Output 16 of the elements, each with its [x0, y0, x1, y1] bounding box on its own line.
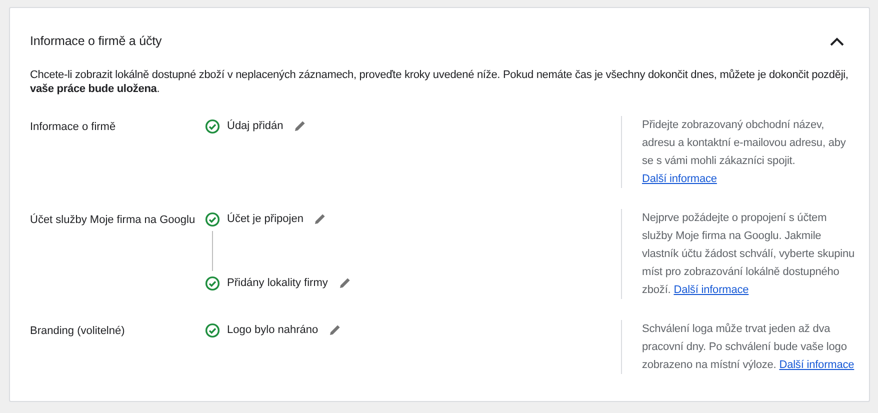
more-info-link[interactable]: Další informace [674, 284, 749, 296]
help-text: Přidejte zobrazovaný obchodní název, adresu a kontaktní e-mailovou adresu, aby se s vámi mohli zákazníci spojit. Další informace [621, 116, 859, 188]
step-status: Přidány lokality firmy [227, 277, 328, 289]
step-status: Účet je připojen [227, 213, 304, 225]
chevron-icon [830, 36, 844, 46]
intro-text: Chcete-li zobrazit lokálně dostupné zboží v neplacených záznamech, proveďte kroky uvedené níže. Pokud nemáte čas je všechny dokončit dnes, můžete je dokončit později, vaše práce bude uložena. [30, 68, 850, 96]
section-title: Informace o firmě a účty [30, 34, 162, 48]
more-info-link[interactable]: Další informace [779, 359, 854, 371]
step-status: Logo bylo nahráno [227, 324, 318, 336]
help-text: Nejprve požádejte o propojení s účtem služby Moje firma na Googlu. Jakmile vlastník účtu žádost schválí, vyberte skupinu míst pro zobrazování lokálně dostupného zboží. Další informace [621, 209, 859, 299]
row-label: Branding (volitelné) [30, 324, 126, 339]
row-label: Informace o firmě [30, 120, 117, 135]
row-label: Účet služby Moje firma na Googlu [30, 212, 196, 228]
step-status: Údaj přidán [227, 120, 284, 132]
help-text: Schválení loga může trvat jeden až dva pracovní dny. Po schválení bude vaše logo zobrazeno na místní výloze. Další informace [621, 320, 859, 374]
more-info-link[interactable]: Další informace [642, 173, 717, 185]
